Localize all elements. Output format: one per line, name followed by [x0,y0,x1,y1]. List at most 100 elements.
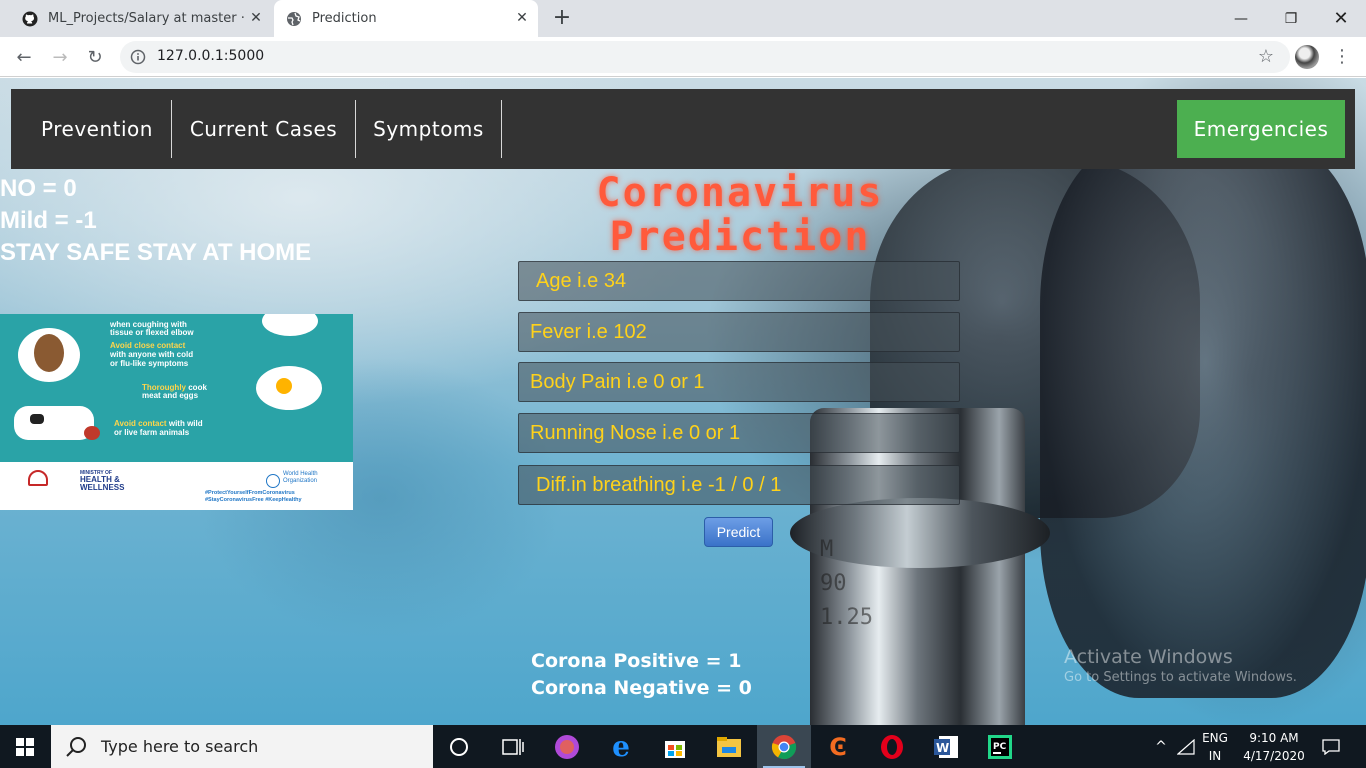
cortana-icon[interactable] [432,725,486,768]
info-icon[interactable] [130,49,146,65]
browser-toolbar: ← → ↻ 127.0.0.1:5000 ☆ ⋮ [0,37,1366,77]
who-label: World Health Organization [283,471,318,485]
network-icon[interactable] [1175,725,1197,768]
tab-title: ML_Projects/Salary at master · vis [48,11,248,26]
search-icon [65,735,89,759]
background-decoration: M 90 1.25 [820,537,873,630]
back-icon[interactable]: ← [10,43,38,71]
notification-icon[interactable] [1316,725,1346,768]
title-line: Prediction [609,214,871,260]
nav-symptoms[interactable]: Symptoms [356,100,501,158]
poster-line: Avoid close contact [110,341,185,350]
poster-hashtags: #ProtectYourselfFromCoronavirus #StayCoro… [205,490,302,504]
reload-icon[interactable]: ↻ [81,43,109,71]
poster-line: tissue or flexed elbow [110,328,194,337]
negative-legend: Corona Negative = 0 [531,677,752,699]
legend-text: NO = 0 Mild = -1 STAY SAFE STAY AT HOME [0,173,311,269]
pycharm-icon[interactable]: PC [973,725,1027,768]
hashtag-line: #StayCoronavirusFree #KeepHealthy [205,497,302,503]
nav-current-cases[interactable]: Current Cases [172,100,355,158]
cow-illustration [14,406,94,440]
poster-line: or live farm animals [114,428,190,437]
lang-primary: ENG [1202,730,1228,745]
close-tab-icon[interactable]: ✕ [514,10,530,26]
tab-github[interactable]: ML_Projects/Salary at master · vis ✕ [8,0,272,37]
windows-taskbar: Type here to search e Ͼ W PC ^ ENG IN 9: [0,725,1366,768]
app-icon[interactable] [540,725,594,768]
poster-illustration [262,314,318,336]
new-tab-button[interactable]: + [550,6,574,30]
file-explorer-icon[interactable] [702,725,756,768]
close-window-icon[interactable]: ✕ [1316,0,1366,37]
watermark-subtitle: Go to Settings to activate Windows. [1064,670,1297,685]
url-text: 127.0.0.1:5000 [157,48,265,64]
poster-highlight: Avoid close contact [110,341,186,350]
poster-line-text: with wild [168,419,203,428]
bookmark-star-icon[interactable]: ☆ [1258,46,1274,67]
running-nose-input[interactable]: Running Nose i.e 0 or 1 [518,413,960,453]
app-icon[interactable]: Ͼ [811,725,865,768]
poster-line: or flu-like symptoms [110,359,189,368]
svg-text:PC: PC [993,742,1007,752]
legend-stay-safe: STAY SAFE STAY AT HOME [0,239,312,266]
close-tab-icon[interactable]: ✕ [248,10,264,26]
profile-avatar[interactable] [1295,45,1319,69]
tab-prediction[interactable]: Prediction ✕ [274,0,538,37]
opera-icon[interactable] [865,725,919,768]
poster-highlight: Avoid contact [114,419,167,428]
globe-icon [286,11,302,27]
menu-icon[interactable]: ⋮ [1332,43,1352,71]
browser-tabstrip: ML_Projects/Salary at master · vis ✕ Pre… [0,0,1366,37]
page-title: Coronavirus Prediction [520,171,960,259]
watermark-title: Activate Windows [1064,646,1233,668]
top-navbar: Prevention Current Cases Symptoms Emerge… [11,89,1355,169]
svg-text:W: W [936,741,949,755]
poster-line: with anyone with cold [110,350,194,359]
word-icon[interactable]: W [919,725,973,768]
body-pain-input[interactable]: Body Pain i.e 0 or 1 [518,362,960,402]
poster-line: meat and eggs [142,391,199,400]
fever-input[interactable]: Fever i.e 102 [518,312,960,352]
lang-secondary: IN [1208,748,1222,763]
taskbar-search-box[interactable]: Type here to search [51,725,433,768]
wellness-label: WELLNESS [80,483,125,492]
emergencies-button[interactable]: Emergencies [1177,100,1345,158]
legend-mild: Mild = -1 [0,207,97,234]
page-viewport: M 90 1.25 Prevention Current Cases Symptom… [0,78,1366,725]
poster-illustration [34,334,64,372]
poster-line: Avoid contact with wild [114,419,203,428]
language-indicator[interactable]: ENG IN [1198,725,1232,768]
minimize-icon[interactable]: — [1216,0,1266,37]
cow-illustration [30,414,44,424]
predict-button[interactable]: Predict [704,517,773,547]
nav-prevention[interactable]: Prevention [23,100,171,158]
store-icon[interactable] [648,725,702,768]
clock-time: 9:10 AM [1249,730,1299,745]
chrome-icon[interactable] [757,725,811,768]
edge-icon[interactable]: e [594,725,648,768]
search-placeholder: Type here to search [101,737,259,756]
egg-illustration [276,378,292,394]
restore-icon[interactable]: ❐ [1266,0,1316,37]
legend-no: NO = 0 [0,175,77,202]
hen-illustration [84,426,100,440]
task-view-icon[interactable] [486,725,540,768]
clock[interactable]: 9:10 AM 4/17/2020 [1236,725,1312,768]
nav-divider [501,100,502,158]
heart-logo-icon [28,470,48,486]
windows-start-icon[interactable] [0,725,50,768]
age-input[interactable]: Age i.e 34 [518,261,960,301]
who-logo-icon [266,474,280,488]
show-hidden-icons[interactable]: ^ [1150,725,1172,768]
positive-legend: Corona Positive = 1 [531,650,742,672]
background-decoration [1040,138,1366,698]
address-bar[interactable]: 127.0.0.1:5000 ☆ [120,41,1290,73]
github-icon [22,11,38,27]
title-line: Coronavirus [596,170,884,216]
who-line: World Health [283,471,318,477]
activate-windows-watermark: Activate Windows Go to Settings to activ… [1064,646,1297,688]
breathing-input[interactable]: Diff.in breathing i.e -1 / 0 / 1 [518,465,960,505]
forward-icon[interactable]: → [46,43,74,71]
hashtag-line: #ProtectYourselfFromCoronavirus [205,490,295,496]
clock-date: 4/17/2020 [1243,748,1305,763]
